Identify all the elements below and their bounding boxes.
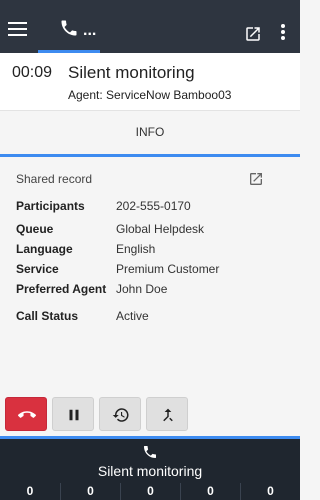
- field-value: Global Helpdesk: [116, 222, 205, 236]
- queue-counters: 0 0 0 0 0: [0, 483, 300, 500]
- call-header: 00:09 Silent monitoring Agent: ServiceNo…: [0, 53, 300, 111]
- merge-icon: [163, 408, 173, 422]
- merge-button[interactable]: [146, 397, 188, 431]
- pause-button[interactable]: [52, 397, 94, 431]
- field-value: 202-555-0170: [116, 199, 191, 213]
- more-vert-icon[interactable]: [280, 24, 286, 42]
- counter: 0: [240, 483, 300, 500]
- counter: 0: [26, 484, 34, 498]
- field-label: Preferred Agent: [16, 282, 107, 296]
- field-label: Language: [16, 242, 73, 256]
- field-value: John Doe: [116, 282, 168, 296]
- phone-tab[interactable]: ...: [38, 18, 100, 53]
- menu-icon[interactable]: [8, 20, 28, 36]
- field-value: Active: [116, 309, 149, 323]
- counter: 0: [180, 483, 240, 500]
- bottom-call-title: Silent monitoring: [97, 463, 203, 479]
- phone-icon: [61, 20, 77, 36]
- pause-icon: [69, 409, 79, 421]
- call-end-icon: [18, 411, 36, 418]
- top-bar: ...: [0, 0, 300, 53]
- tab-strip: INFO: [0, 111, 300, 157]
- open-in-new-icon[interactable]: [244, 25, 262, 43]
- field-label: Call Status: [16, 309, 79, 323]
- field-label: Service: [16, 262, 59, 276]
- call-timer: 00:09: [12, 64, 53, 81]
- tab-info[interactable]: INFO: [0, 111, 300, 154]
- counter: 0: [120, 483, 180, 500]
- call-controls: [5, 397, 295, 431]
- hang-up-button[interactable]: [5, 397, 47, 431]
- field-value: Premium Customer: [116, 262, 220, 276]
- shared-record-label: Shared record: [16, 172, 93, 186]
- field-label: Participants: [16, 199, 85, 213]
- agent-label: Agent: ServiceNow Bamboo03: [68, 88, 232, 102]
- history-button[interactable]: [99, 397, 141, 431]
- open-in-new-icon[interactable]: [248, 171, 264, 187]
- info-panel: Shared record Participants 202-555-0170 …: [0, 157, 300, 390]
- history-icon: [112, 408, 129, 422]
- phone-icon: [144, 446, 156, 458]
- tab-ellipsis: ...: [83, 22, 97, 39]
- call-title: Silent monitoring: [68, 63, 195, 82]
- bottom-accent-bar: [0, 436, 300, 439]
- counter: 0: [60, 483, 120, 500]
- field-value: English: [116, 242, 156, 256]
- field-label: Queue: [16, 222, 54, 236]
